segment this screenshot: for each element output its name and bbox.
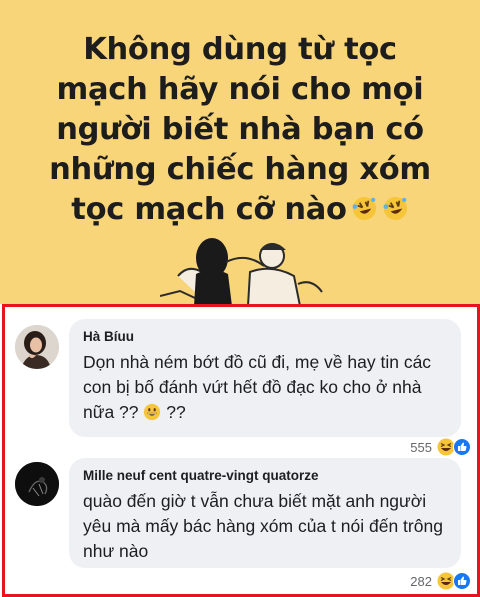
reaction-summary[interactable]: 555 [410,437,471,457]
rofl-emoji-icon [352,196,376,221]
neighbors-illustration [160,238,323,304]
comment-author[interactable]: Hà Bíuu [83,329,134,344]
like-reaction-icon [453,438,471,456]
avatar[interactable] [15,325,59,369]
comment-text: Dọn nhà ném bớt đồ cũ đi, mẹ về hay tin … [83,352,432,422]
title-line: Không dùng từ tọc [83,32,397,67]
like-reaction-icon [453,572,471,590]
comment: Mille neuf cent quatre-vingt quatorze qu… [5,458,477,594]
comment-bubble: Hà Bíuu Dọn nhà ném bớt đồ cũ đi, mẹ về … [69,319,461,437]
rofl-emoji-icon [383,196,407,221]
comment-author[interactable]: Mille neuf cent quatre-vingt quatorze [83,468,319,483]
profile-photo-icon [15,462,59,506]
reaction-summary[interactable]: 282 [410,571,471,591]
post-image: Không dùng từ tọc mạch hãy nói cho mọi n… [0,0,480,304]
comments-section: Hà Bíuu Dọn nhà ném bớt đồ cũ đi, mẹ về … [2,304,480,597]
comment: Hà Bíuu Dọn nhà ném bớt đồ cũ đi, mẹ về … [5,313,477,459]
profile-photo-icon [15,325,59,369]
title-line: những chiếc hàng xóm [49,152,431,187]
reaction-count: 282 [410,573,432,589]
comment-bubble: Mille neuf cent quatre-vingt quatorze qu… [69,458,461,568]
title-line: mạch hãy nói cho mọi [56,72,424,107]
reaction-count: 555 [410,439,432,455]
comment-text: quào đến giờ t vẫn chưa biết mặt anh ngư… [83,491,443,561]
title-line: người biết nhà bạn có [56,112,424,147]
title-line: tọc mạch cỡ nào [20,190,460,230]
post-image-title: Không dùng từ tọc mạch hãy nói cho mọi n… [20,30,460,230]
avatar[interactable] [15,462,59,506]
grinning-face-emoji-icon [144,403,161,421]
